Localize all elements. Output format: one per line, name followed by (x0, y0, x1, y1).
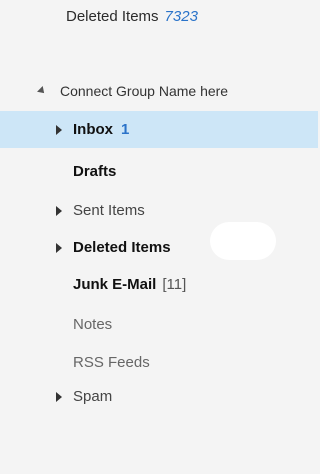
unread-count: 1 (121, 121, 130, 138)
folder-pane: Deleted Items 7323 Connect Group Name her… (0, 0, 318, 474)
folder-label: Spam (73, 388, 113, 405)
folder-item-spam[interactable]: Spam (0, 378, 318, 415)
expand-arrow-icon[interactable] (54, 391, 64, 402)
folder-label: Deleted Items (66, 8, 159, 25)
group-header[interactable]: Connect Group Name here (0, 76, 318, 106)
folder-item-junk-email[interactable]: Junk E-Mail [11] (0, 266, 318, 303)
folder-item-rss-feeds[interactable]: RSS Feeds (0, 344, 318, 381)
expand-arrow-icon[interactable] (54, 124, 64, 135)
expand-arrow-icon[interactable] (54, 242, 64, 253)
folder-label: Deleted Items (73, 239, 171, 256)
group-label: Connect Group Name here (60, 83, 229, 99)
folder-item-drafts[interactable]: Drafts (0, 153, 318, 190)
folder-label: Inbox (73, 121, 113, 138)
folder-label: Notes (73, 316, 113, 333)
folder-item-inbox[interactable]: Inbox 1 (0, 111, 318, 148)
folder-label: Drafts (73, 163, 117, 180)
deleted-items-folder-top[interactable]: Deleted Items 7323 (66, 8, 198, 25)
folder-label: RSS Feeds (73, 354, 150, 371)
item-count: [11] (162, 276, 187, 293)
folder-item-sent-items[interactable]: Sent Items (0, 192, 318, 229)
collapse-triangle-icon[interactable] (37, 86, 47, 96)
folder-label: Sent Items (73, 202, 145, 219)
folder-label: Junk E-Mail (73, 276, 157, 293)
folder-count: 7323 (164, 8, 198, 25)
expand-arrow-icon[interactable] (54, 205, 64, 216)
overlay-highlight (210, 222, 276, 260)
folder-item-notes[interactable]: Notes (0, 306, 318, 343)
